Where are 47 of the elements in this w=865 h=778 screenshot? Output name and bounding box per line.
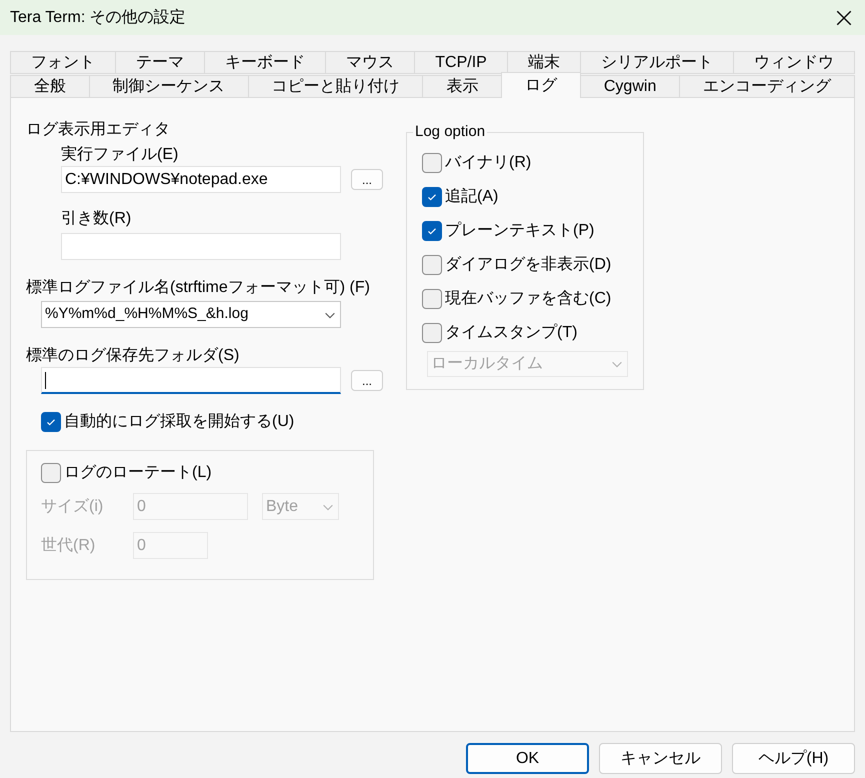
section-heading: ログ表示用エディタ (26, 120, 171, 140)
field-label: 引き数(R) (61, 209, 132, 229)
checkbox[interactable] (422, 153, 442, 173)
dialog-button[interactable]: キャンセル (599, 743, 722, 774)
checkbox-label: プレーンテキスト(P) (445, 220, 594, 241)
close-icon[interactable] (835, 8, 853, 26)
dropdown-value: Byte (266, 496, 298, 516)
checkbox-label: タイムスタンプ(T) (445, 322, 578, 343)
tab[interactable]: ウィンドウ (733, 51, 856, 74)
group-title: Log option (413, 123, 488, 141)
field-label: 標準のログ保存先フォルダ(S) (26, 346, 240, 365)
tab[interactable]: TCP/IP (414, 51, 508, 74)
dialog-button[interactable]: OK (466, 743, 589, 774)
tab[interactable]: キーボード (204, 51, 326, 74)
checkbox[interactable] (422, 221, 442, 241)
tab[interactable]: 全般 (10, 75, 90, 98)
checkbox-label: 現在バッファを含む(C) (445, 289, 612, 309)
field-label: 実行ファイル(E) (61, 144, 180, 164)
checkbox-label: 自動的にログ採取を開始する(U) (64, 412, 294, 432)
checkbox-label: ログのローテート(L) (64, 463, 212, 483)
input-field[interactable]: C:¥WINDOWS¥notepad.exe (61, 166, 341, 193)
checkbox[interactable] (422, 323, 442, 343)
tab[interactable]: シリアルポート (580, 51, 734, 74)
tab[interactable]: テーマ (115, 51, 206, 74)
input-field[interactable] (41, 367, 341, 394)
checkbox-label: ダイアログを非表示(D) (445, 254, 612, 275)
dropdown[interactable]: %Y%m%d_%H%M%S_&h.log (41, 301, 341, 328)
field-label: サイズ(i) (41, 496, 104, 516)
checkbox[interactable] (41, 412, 61, 432)
checkbox-label: バイナリ(R) (445, 153, 532, 173)
window-title: Tera Term: その他の設定 (10, 8, 186, 28)
checkbox[interactable] (422, 289, 442, 309)
field-label: 標準ログファイル名(strftimeフォーマット可) (F) (26, 278, 371, 297)
checkbox[interactable] (422, 187, 442, 207)
browse-button[interactable]: ... (351, 370, 383, 391)
tab[interactable]: ログ (501, 72, 581, 98)
tab[interactable]: エンコーディング (679, 75, 856, 98)
dialog-button[interactable]: ヘルプ(H) (732, 743, 855, 774)
tab[interactable]: マウス (325, 51, 416, 74)
input-field[interactable] (61, 233, 341, 260)
dropdown-value: ローカルタイム (431, 354, 543, 374)
dropdown-value: %Y%m%d_%H%M%S_&h.log (45, 304, 248, 324)
checkbox-label: 追記(A) (445, 186, 498, 207)
checkbox[interactable] (422, 255, 442, 275)
tab[interactable]: フォント (10, 51, 116, 74)
field-label: 世代(R) (41, 536, 96, 556)
browse-button[interactable]: ... (351, 169, 383, 190)
